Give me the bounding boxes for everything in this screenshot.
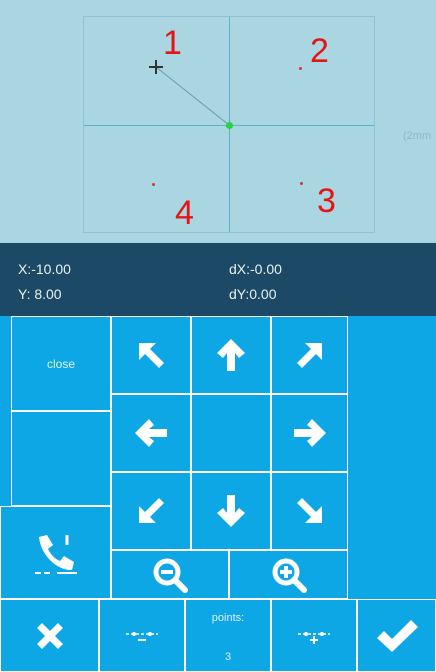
scale-label: (2mm	[403, 130, 432, 142]
cancel-button[interactable]	[0, 599, 99, 672]
dx-offset: dX:-0.00	[229, 261, 282, 277]
zoom-in-button[interactable]	[229, 550, 348, 599]
point-label-3: 3	[317, 182, 336, 220]
point-label-2: 2	[310, 32, 329, 70]
path-tool-icon	[31, 531, 81, 575]
move-right-button[interactable]	[271, 394, 348, 472]
confirm-icon	[374, 618, 420, 654]
arrow-left-icon	[133, 416, 169, 450]
point-label-1: 1	[163, 24, 182, 62]
remove-point-icon	[124, 625, 160, 647]
coordinate-readout: X:-10.00 Y: 8.00 dX:-0.00 dY:0.00	[0, 243, 436, 316]
zoom-in-icon	[271, 557, 307, 593]
pattern-preview: 1 2 3 4 (2mm	[0, 0, 436, 243]
point-marker-3	[300, 182, 303, 185]
x-coordinate: X:-10.00	[18, 261, 71, 277]
arrow-up-left-icon	[134, 338, 168, 372]
arrow-down-icon	[214, 493, 248, 529]
move-up-right-button[interactable]	[271, 316, 348, 394]
move-up-button[interactable]	[191, 316, 271, 394]
points-label: points:	[211, 612, 245, 624]
zoom-out-icon	[152, 557, 188, 593]
arrow-down-right-icon	[293, 494, 327, 528]
add-point-button[interactable]	[271, 599, 357, 672]
move-down-left-button[interactable]	[111, 472, 191, 550]
remove-point-button[interactable]	[99, 599, 185, 672]
y-coordinate: Y: 8.00	[18, 286, 62, 302]
empty-slot	[11, 411, 111, 506]
points-value: 3	[224, 651, 232, 663]
add-point-icon	[296, 625, 332, 647]
close-button-label: close	[46, 356, 75, 371]
move-down-button[interactable]	[191, 472, 271, 550]
point-marker-2	[299, 67, 302, 70]
path-tool-button[interactable]	[0, 506, 111, 599]
zoom-out-button[interactable]	[111, 550, 229, 599]
close-button[interactable]: close	[11, 316, 111, 411]
arrow-up-right-icon	[293, 338, 327, 372]
arrow-down-left-icon	[134, 494, 168, 528]
preview-frame: 1 2 3 4	[83, 16, 375, 233]
center-cell	[191, 394, 271, 472]
control-panel: close points: 3	[0, 316, 436, 672]
move-down-right-button[interactable]	[271, 472, 348, 550]
arrow-right-icon	[292, 416, 328, 450]
point-marker-4	[152, 183, 155, 186]
cursor-crosshair	[149, 60, 163, 74]
confirm-button[interactable]	[357, 599, 436, 672]
origin-dot	[226, 122, 233, 129]
cancel-icon	[33, 619, 67, 653]
points-counter: points: 3	[185, 599, 271, 672]
arrow-up-icon	[214, 337, 248, 373]
point-label-4: 4	[175, 194, 194, 232]
move-left-button[interactable]	[111, 394, 191, 472]
move-up-left-button[interactable]	[111, 316, 191, 394]
dy-offset: dY:0.00	[229, 286, 277, 302]
